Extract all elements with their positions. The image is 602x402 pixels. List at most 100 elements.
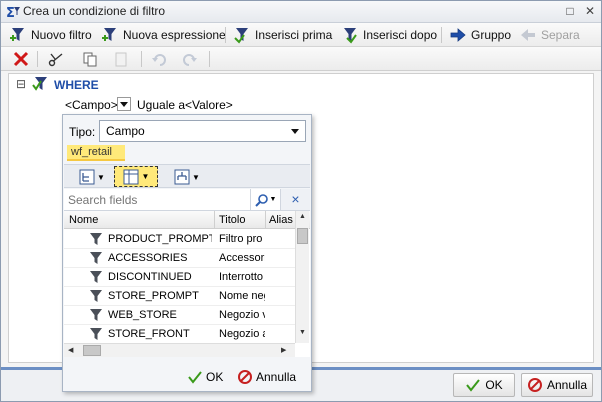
- column-divider: [214, 211, 215, 229]
- chevron-down-icon: ▼: [269, 196, 277, 203]
- value-placeholder[interactable]: <Valore>: [185, 98, 233, 112]
- tree-view-icon: [79, 169, 95, 185]
- separate-arrow-icon: [521, 29, 535, 41]
- field-name: STORE_PROMPT: [108, 290, 199, 302]
- paste-button[interactable]: [112, 50, 130, 68]
- where-filter-icon: [32, 77, 47, 91]
- field-name: DISCONTINUED: [108, 271, 192, 283]
- field-row[interactable]: PRODUCT_PROMPT Filtro pro: [64, 230, 295, 249]
- ok-label: OK: [485, 378, 503, 392]
- redo-icon: [183, 54, 197, 66]
- group-label: Gruppo: [471, 28, 512, 42]
- tree-view-button[interactable]: ▼: [79, 168, 109, 186]
- cancel-circle-icon: [527, 378, 542, 392]
- search-button[interactable]: ▼: [250, 189, 280, 211]
- field-filter-icon: [90, 252, 102, 264]
- cut-button[interactable]: [47, 50, 65, 68]
- column-header-nome[interactable]: Nome: [69, 214, 209, 226]
- popup-cancel-button[interactable]: Annulla: [237, 367, 309, 387]
- field-row[interactable]: DISCONTINUED Interrotto: [64, 268, 295, 287]
- delete-button[interactable]: [12, 50, 30, 68]
- datasource-tab[interactable]: wf_retail: [67, 145, 125, 161]
- group-button[interactable]: Gruppo: [449, 25, 511, 45]
- separate-button[interactable]: Separa: [519, 25, 580, 45]
- field-dropdown-button[interactable]: [117, 97, 131, 111]
- new-expression-label: Nuova espressione: [123, 28, 226, 42]
- column-header-alias[interactable]: Alias: [269, 214, 297, 226]
- cancel-label: Annulla: [546, 378, 588, 392]
- ok-button[interactable]: OK: [453, 373, 515, 397]
- hierarchy-view-button[interactable]: ▼: [174, 168, 204, 186]
- new-filter-label: Nuovo filtro: [31, 28, 92, 42]
- list-view-icon: [123, 169, 139, 184]
- chevron-down-icon: ▼: [97, 172, 105, 182]
- chevron-down-icon: ▼: [141, 172, 150, 181]
- chevron-down-icon: [120, 102, 128, 107]
- list-view-button[interactable]: ▼: [114, 166, 158, 187]
- chevron-down-icon[interactable]: [289, 126, 301, 138]
- scissors-icon: [48, 53, 63, 67]
- field-row[interactable]: WEB_STORE Negozio v: [64, 306, 295, 325]
- datasource-label: wf_retail: [71, 146, 112, 158]
- field-name: WEB_STORE: [108, 309, 177, 321]
- filter-dialog-window: Σ Crea un condizione di filtro □ ✕ Nuovo…: [0, 0, 602, 402]
- new-filter-button[interactable]: Nuovo filtro: [9, 25, 92, 45]
- collapse-toggle-icon[interactable]: ⊟: [16, 77, 26, 91]
- column-divider: [265, 211, 266, 229]
- field-row[interactable]: STORE_FRONT Negozio a: [64, 325, 295, 344]
- close-icon[interactable]: ✕: [583, 5, 597, 19]
- scroll-down-arrow-icon[interactable]: ▼: [299, 329, 306, 336]
- window-title: Crea un condizione di filtro: [23, 4, 166, 18]
- field-title: Nome neg: [219, 290, 265, 302]
- column-header-titolo[interactable]: Titolo: [219, 214, 264, 226]
- vertical-scrollbar[interactable]: ▲ ▼: [295, 211, 309, 343]
- vertical-scroll-thumb[interactable]: [297, 228, 308, 244]
- insert-after-button[interactable]: Inserisci dopo: [341, 25, 437, 45]
- field-title: Accessori: [219, 252, 265, 264]
- operator-label[interactable]: Uguale a: [137, 98, 185, 112]
- insert-before-button[interactable]: Inserisci prima: [233, 25, 332, 45]
- field-title: Interrotto: [219, 271, 264, 283]
- scroll-right-arrow-icon[interactable]: ▶: [281, 346, 286, 354]
- undo-icon: [152, 54, 166, 66]
- field-name: STORE_FRONT: [108, 328, 190, 340]
- type-label: Tipo:: [69, 125, 96, 139]
- field-name: ACCESSORIES: [108, 252, 188, 264]
- search-field[interactable]: [64, 189, 250, 211]
- field-filter-icon: [90, 271, 102, 283]
- search-input[interactable]: [66, 191, 246, 209]
- type-select-value: Campo: [106, 124, 145, 138]
- new-expression-button[interactable]: Nuova espressione: [101, 25, 226, 45]
- horizontal-scroll-thumb[interactable]: [83, 345, 101, 356]
- popup-cancel-label: Annulla: [256, 370, 297, 384]
- scroll-up-arrow-icon[interactable]: ▲: [299, 213, 306, 220]
- field-filter-icon: [90, 290, 102, 302]
- copy-icon: [83, 52, 97, 67]
- field-row[interactable]: STORE_PROMPT Nome neg: [64, 287, 295, 306]
- field-row[interactable]: ACCESSORIES Accessori: [64, 249, 295, 268]
- edit-toolbar: [1, 47, 601, 71]
- field-title: Negozio v: [219, 309, 265, 321]
- fields-grid: Nome Titolo Alias PRODUCT_PROMPT Filtro p…: [64, 211, 310, 357]
- cancel-button[interactable]: Annulla: [521, 373, 593, 397]
- horizontal-scrollbar[interactable]: ◀ ▶: [64, 343, 295, 357]
- toolbar-divider: [209, 51, 210, 67]
- paste-icon: [115, 52, 127, 67]
- type-select[interactable]: Campo: [99, 120, 306, 142]
- copy-button[interactable]: [81, 50, 99, 68]
- clear-search-button[interactable]: ×: [280, 189, 310, 211]
- field-picker-popup: Tipo: Campo wf_retail ▼ ▼ ▼ Search field…: [62, 114, 312, 392]
- field-placeholder[interactable]: <Campo>: [65, 98, 118, 112]
- field-title: Filtro pro: [219, 233, 263, 245]
- group-arrow-icon: [450, 28, 466, 42]
- search-icon: [254, 193, 268, 207]
- title-bar: Σ Crea un condizione di filtro □ ✕: [1, 1, 601, 23]
- where-label: WHERE: [54, 78, 99, 92]
- maximize-icon[interactable]: □: [563, 5, 577, 19]
- scroll-left-arrow-icon[interactable]: ◀: [68, 346, 73, 354]
- popup-ok-button[interactable]: OK: [187, 367, 227, 387]
- checkmark-icon: [188, 371, 202, 384]
- field-name: PRODUCT_PROMPT: [108, 233, 212, 245]
- undo-button[interactable]: [150, 50, 168, 68]
- redo-button[interactable]: [181, 50, 199, 68]
